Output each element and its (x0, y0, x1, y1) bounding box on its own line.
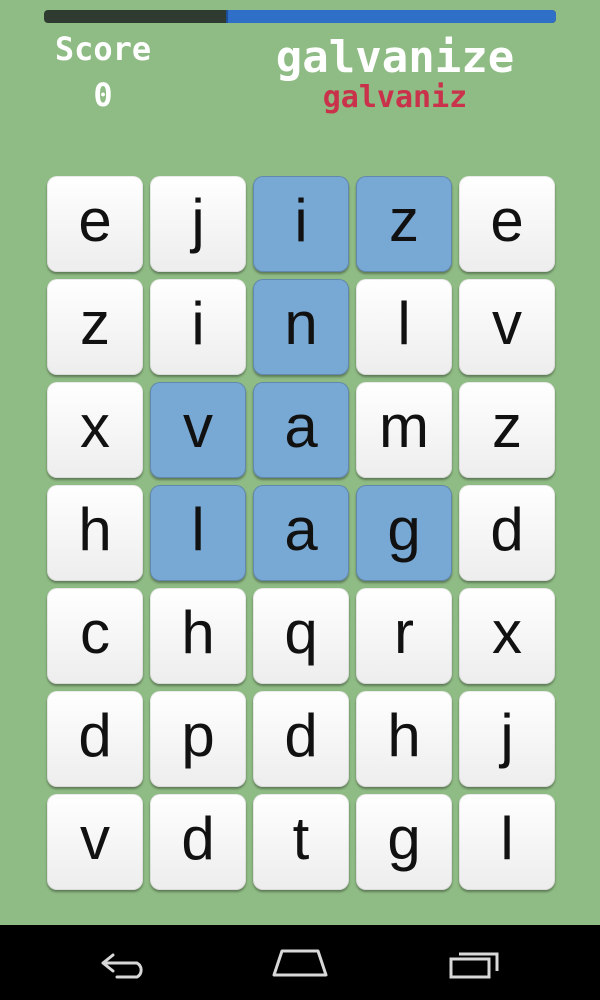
letter-grid: ejizezinlvxvamzhlagdchqrxdpdhjvdtgl (47, 176, 557, 890)
letter-tile[interactable]: r (356, 588, 452, 684)
score-label: Score (54, 30, 152, 68)
letter-tile[interactable]: d (253, 691, 349, 787)
letter-tile[interactable]: h (150, 588, 246, 684)
letter-tile[interactable]: e (47, 176, 143, 272)
letter-tile[interactable]: z (459, 382, 555, 478)
recents-button[interactable] (425, 935, 525, 990)
letter-tile[interactable]: d (150, 794, 246, 890)
back-button[interactable] (75, 935, 175, 990)
letter-tile[interactable]: v (47, 794, 143, 890)
game-screen: Score 0 galvanize galvaniz ejizezinlvxva… (0, 0, 600, 925)
letter-tile[interactable]: p (150, 691, 246, 787)
letter-tile[interactable]: h (47, 485, 143, 581)
letter-tile[interactable]: e (459, 176, 555, 272)
letter-tile[interactable]: g (356, 485, 452, 581)
letter-tile[interactable]: j (150, 176, 246, 272)
letter-tile[interactable]: a (253, 382, 349, 478)
letter-tile[interactable]: g (356, 794, 452, 890)
letter-tile[interactable]: x (459, 588, 555, 684)
letter-tile[interactable]: h (356, 691, 452, 787)
target-word: galvanize (275, 32, 515, 83)
letter-tile[interactable]: i (253, 176, 349, 272)
recents-icon (449, 952, 499, 978)
timer-bar-fill (226, 10, 556, 23)
letter-tile[interactable]: i (150, 279, 246, 375)
letter-tile[interactable]: d (459, 485, 555, 581)
letter-tile[interactable]: l (459, 794, 555, 890)
letter-tile[interactable]: j (459, 691, 555, 787)
score-value: 0 (93, 76, 113, 114)
letter-tile[interactable]: v (459, 279, 555, 375)
letter-tile[interactable]: a (253, 485, 349, 581)
letter-tile[interactable]: q (253, 588, 349, 684)
current-word: galvaniz (322, 80, 468, 115)
letter-tile[interactable]: z (356, 176, 452, 272)
home-icon (272, 949, 328, 976)
letter-tile[interactable]: m (356, 382, 452, 478)
timer-bar (44, 10, 556, 23)
back-icon (101, 953, 143, 978)
system-navigation-bar (0, 925, 600, 1000)
letter-tile[interactable]: l (356, 279, 452, 375)
letter-tile[interactable]: z (47, 279, 143, 375)
letter-tile[interactable]: v (150, 382, 246, 478)
letter-tile[interactable]: t (253, 794, 349, 890)
letter-tile[interactable]: l (150, 485, 246, 581)
letter-tile[interactable]: n (253, 279, 349, 375)
letter-tile[interactable]: d (47, 691, 143, 787)
letter-tile[interactable]: x (47, 382, 143, 478)
letter-tile[interactable]: c (47, 588, 143, 684)
home-button[interactable] (250, 935, 350, 990)
